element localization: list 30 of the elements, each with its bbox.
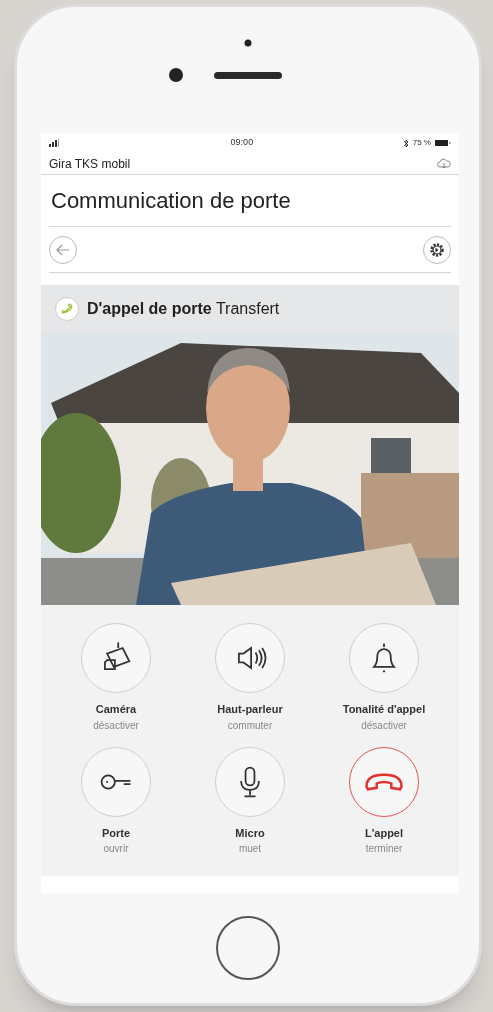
action-sublabel: désactiver [361, 718, 407, 733]
action-sublabel: ouvrir [103, 842, 129, 856]
home-button[interactable] [216, 916, 280, 980]
action-label: Micro [235, 825, 265, 841]
action-sublabel: terminer [365, 842, 403, 856]
status-time: 09:00 [230, 136, 254, 150]
app-name: Gira TKS mobil [49, 155, 131, 173]
action-label: Porte [101, 825, 131, 841]
page-title: Communication de porte [50, 187, 291, 215]
call-status: Transfert [215, 300, 280, 317]
action-label: Haut-parleur [217, 702, 283, 717]
back-arrow-icon [56, 243, 70, 256]
battery-icon [435, 139, 451, 147]
action-label: Tonalité d'appel [342, 702, 426, 717]
bluetooth-icon [402, 138, 409, 148]
phone-icon [55, 297, 79, 321]
settings-icon [428, 240, 446, 259]
action-label: Caméra [95, 702, 137, 717]
battery-percent: 75 % [412, 137, 431, 149]
action-label: L'appel [364, 825, 404, 841]
camera-lens-icon [168, 67, 184, 83]
sensor-icon [244, 39, 252, 47]
call-title: D'appel de porte [87, 300, 212, 317]
cloud-icon[interactable] [437, 157, 451, 170]
action-sublabel: muet [238, 842, 262, 856]
signal-icon [49, 139, 61, 147]
speaker-grille [214, 71, 282, 79]
hang-up-icon [365, 772, 403, 791]
action-sublabel: désactiver [93, 718, 139, 733]
action-sublabel: commuter [227, 718, 273, 733]
